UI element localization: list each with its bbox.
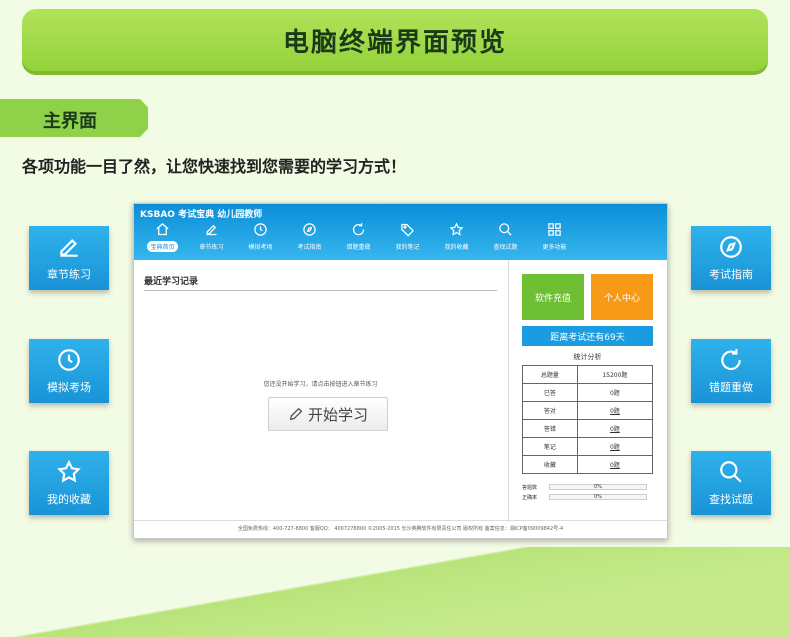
app-body: 最近学习记录 您还没开始学习，请点击按钮进入章节练习 开始学习 软件充值 个人中… bbox=[134, 260, 667, 522]
nav-item-my-notes[interactable]: 我的笔记 bbox=[383, 220, 432, 258]
nav-item-home[interactable]: 宝典首页 bbox=[138, 220, 187, 258]
stat-label: 答对 bbox=[522, 401, 578, 420]
section-tag-label: 主界面 bbox=[43, 111, 97, 132]
app-logo: KSBAO 考试宝典 幼儿园教师 bbox=[140, 207, 262, 220]
recent-study-pane: 最近学习记录 您还没开始学习，请点击按钮进入章节练习 开始学习 bbox=[144, 274, 497, 514]
edit-icon bbox=[206, 224, 217, 236]
section-tag: 主界面 bbox=[0, 99, 148, 137]
side-card-label: 模拟考场 bbox=[47, 381, 91, 394]
section-subtitle: 各项功能一目了然，让您快速找到您需要的学习方式！ bbox=[22, 157, 407, 176]
stat-value: 0题 bbox=[576, 383, 654, 402]
course-name: 幼儿园教师 bbox=[217, 210, 263, 220]
clock-icon bbox=[254, 223, 267, 236]
table-row: 答对 0题 bbox=[522, 401, 654, 420]
table-row: 总题量 15200题 bbox=[522, 365, 654, 384]
table-row: 收藏 0题 bbox=[522, 455, 654, 474]
compass-icon bbox=[720, 236, 742, 258]
stats-title: 统计分析 bbox=[573, 353, 602, 361]
star-icon bbox=[57, 459, 81, 483]
background-wave bbox=[0, 547, 790, 637]
redo-icon bbox=[721, 349, 741, 371]
page-title: 电脑终端界面预览 bbox=[282, 27, 507, 58]
grid-icon bbox=[548, 223, 561, 236]
nav-label: 我的收藏 bbox=[444, 244, 469, 251]
side-card-redo-mistakes[interactable]: 错题重做 bbox=[691, 339, 771, 403]
stat-value-link[interactable]: 0题 bbox=[576, 437, 654, 456]
progress-accuracy: 正确率 0% bbox=[522, 494, 647, 501]
side-card-mock-exam[interactable]: 模拟考场 bbox=[29, 339, 109, 403]
empty-message: 您还没开始学习，请点击按钮进入章节练习 bbox=[263, 381, 378, 388]
stat-value-link[interactable]: 0题 bbox=[576, 419, 654, 438]
nav-item-mock-exam[interactable]: 模拟考场 bbox=[236, 220, 285, 258]
nav-label: 更多功能 bbox=[542, 244, 567, 251]
progress-label: 答题数 bbox=[522, 485, 538, 491]
stats-table: 总题量 15200题 已答 0题 答对 0题 答错 0题 笔记 0题 收藏 0题 bbox=[522, 365, 654, 474]
table-row: 已答 0题 bbox=[522, 383, 654, 402]
progress-value: 0% bbox=[594, 484, 602, 490]
side-card-label: 考试指南 bbox=[709, 268, 753, 281]
app-nav: 宝典首页 章节练习 模拟考场 考试指南 错题重做 我的笔记 我的收藏 查找试题 … bbox=[138, 220, 579, 258]
nav-label: 错题重做 bbox=[346, 244, 371, 251]
redo-icon bbox=[352, 223, 365, 236]
stat-value-link[interactable]: 0题 bbox=[576, 401, 654, 420]
star-icon bbox=[449, 222, 464, 236]
tag-icon bbox=[401, 223, 415, 237]
nav-label: 模拟考场 bbox=[248, 244, 273, 251]
table-row: 笔记 0题 bbox=[522, 437, 654, 456]
edit-icon bbox=[60, 238, 78, 257]
start-study-label: 开始学习 bbox=[307, 405, 368, 424]
clock-icon bbox=[58, 349, 80, 371]
nav-label: 我的笔记 bbox=[395, 244, 420, 251]
side-card-label: 查找试题 bbox=[709, 493, 753, 506]
stat-label: 收藏 bbox=[522, 455, 578, 474]
logo-sub: 考试宝典 bbox=[178, 210, 215, 220]
app-header: KSBAO 考试宝典 幼儿园教师 宝典首页 章节练习 模拟考场 考试指南 错题重… bbox=[134, 204, 667, 260]
table-row: 答错 0题 bbox=[522, 419, 654, 438]
stat-label: 已答 bbox=[522, 383, 578, 402]
compass-icon bbox=[303, 223, 316, 236]
start-study-button[interactable]: 开始学习 bbox=[268, 397, 388, 431]
nav-label: 查找试题 bbox=[493, 244, 518, 251]
stat-label: 总题量 bbox=[522, 365, 578, 384]
stat-value: 15200题 bbox=[576, 365, 654, 384]
app-footer: 全国免费热线：400-727-8800 客服QQ： 4007278800 ©20… bbox=[134, 520, 667, 538]
progress-value: 0% bbox=[594, 494, 602, 500]
side-card-label: 章节练习 bbox=[47, 268, 91, 281]
search-icon bbox=[499, 223, 512, 236]
nav-item-more[interactable]: 更多功能 bbox=[530, 220, 579, 258]
search-icon bbox=[720, 461, 742, 483]
progress-answered: 答题数 0% bbox=[522, 484, 647, 491]
side-card-label: 错题重做 bbox=[709, 381, 753, 394]
page-banner: 电脑终端界面预览 bbox=[22, 9, 768, 71]
exam-countdown: 距离考试还有69天 bbox=[522, 326, 653, 346]
nav-item-favorites[interactable]: 我的收藏 bbox=[432, 220, 481, 258]
nav-item-search-questions[interactable]: 查找试题 bbox=[481, 220, 530, 258]
home-icon bbox=[156, 223, 169, 236]
side-card-chapter-practice[interactable]: 章节练习 bbox=[29, 226, 109, 290]
nav-item-redo-mistakes[interactable]: 错题重做 bbox=[334, 220, 383, 258]
pane-divider bbox=[508, 260, 509, 522]
side-card-exam-guide[interactable]: 考试指南 bbox=[691, 226, 771, 290]
progress-label: 正确率 bbox=[522, 495, 538, 501]
pencil-icon bbox=[289, 407, 303, 421]
stat-value-link[interactable]: 0题 bbox=[576, 455, 654, 474]
nav-label: 考试指南 bbox=[297, 244, 322, 251]
nav-item-chapter-practice[interactable]: 章节练习 bbox=[187, 220, 236, 258]
stat-label: 答错 bbox=[522, 419, 578, 438]
recent-study-title: 最近学习记录 bbox=[144, 274, 497, 291]
nav-item-exam-guide[interactable]: 考试指南 bbox=[285, 220, 334, 258]
recharge-button[interactable]: 软件充值 bbox=[522, 274, 584, 320]
side-card-favorites[interactable]: 我的收藏 bbox=[29, 451, 109, 515]
personal-center-button[interactable]: 个人中心 bbox=[591, 274, 653, 320]
stat-label: 笔记 bbox=[522, 437, 578, 456]
nav-label: 章节练习 bbox=[199, 244, 224, 251]
nav-label: 宝典首页 bbox=[147, 241, 178, 252]
logo-brand: KSBAO bbox=[140, 210, 175, 220]
side-card-label: 我的收藏 bbox=[47, 493, 91, 506]
side-card-search-questions[interactable]: 查找试题 bbox=[691, 451, 771, 515]
app-window: KSBAO 考试宝典 幼儿园教师 宝典首页 章节练习 模拟考场 考试指南 错题重… bbox=[133, 203, 668, 539]
